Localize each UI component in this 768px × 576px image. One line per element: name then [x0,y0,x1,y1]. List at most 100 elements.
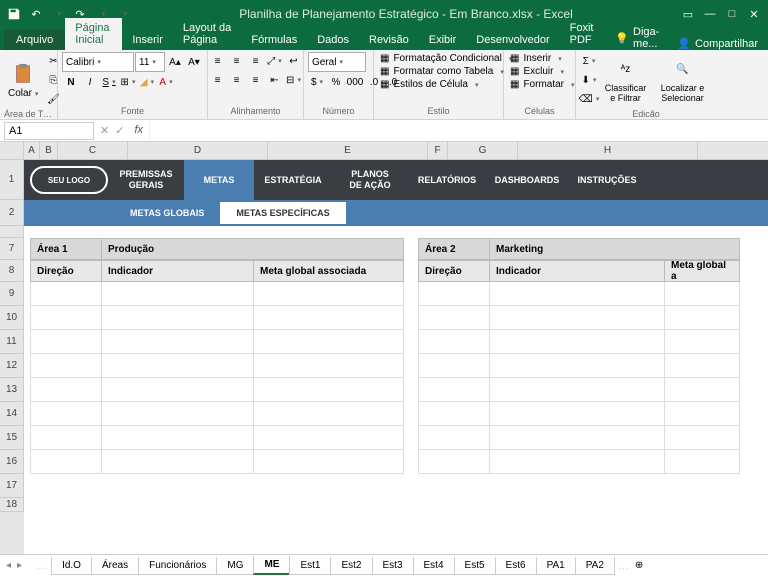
undo-icon[interactable]: ↶ [26,4,46,24]
row-header[interactable]: 10 [0,306,24,330]
delete-cells-button[interactable]: ▦Excluir [508,65,566,78]
currency-icon[interactable]: $ [308,73,326,91]
align-middle-icon[interactable]: ≡ [228,52,246,70]
tab-home[interactable]: Página Inicial [65,18,122,50]
row-header[interactable]: 13 [0,378,24,402]
new-sheet-icon[interactable]: ⊕ [633,560,645,571]
align-left-icon[interactable]: ≡ [209,71,227,89]
clear-icon[interactable]: ⌫ [580,90,598,108]
row-header[interactable]: 18 [0,498,24,512]
tab-insert[interactable]: Inserir [122,30,173,50]
tab-formulas[interactable]: Fórmulas [241,30,307,50]
tab-layout[interactable]: Layout da Página [173,18,241,50]
autosum-icon[interactable]: Σ [580,52,598,70]
nav-estrategia[interactable]: ESTRATÉGIA [254,160,332,200]
conditional-formatting-button[interactable]: ▦Formatação Condicional [378,52,514,65]
sheet-nav-next-icon[interactable]: ▸ [15,560,24,571]
number-format-select[interactable]: Geral [308,52,366,72]
row-header[interactable]: 11 [0,330,24,354]
row-header[interactable]: 12 [0,354,24,378]
orientation-icon[interactable]: ⤢ [266,52,284,70]
border-icon[interactable]: ⊞ [119,73,137,91]
col-header[interactable]: H [518,142,698,159]
row-header[interactable]: 15 [0,426,24,450]
merge-icon[interactable]: ⊟ [285,71,303,89]
tab-data[interactable]: Dados [307,30,359,50]
sort-filter-button[interactable]: ᴬᴢ Classificar e Filtrar [600,55,651,105]
nav-relatorios[interactable]: RELATÓRIOS [408,160,486,200]
percent-icon[interactable]: % [327,73,345,91]
sheet-tab[interactable]: Funcionários [138,557,217,575]
row-header[interactable] [0,226,24,238]
row-header[interactable]: 7 [0,238,24,260]
font-color-icon[interactable]: A [157,73,175,91]
name-box[interactable]: A1 [4,122,94,140]
align-top-icon[interactable]: ≡ [209,52,227,70]
sheet-tab[interactable]: PA2 [575,557,615,575]
fx-icon[interactable]: fx [134,124,143,137]
format-as-table-button[interactable]: ▦Formatar como Tabela [378,65,506,78]
sheet-tab[interactable]: Est2 [330,557,372,575]
col-header[interactable]: B [40,142,58,159]
close-icon[interactable]: ✕ [744,4,764,24]
sheet-tab[interactable]: Áreas [91,557,139,575]
row-header[interactable]: 8 [0,260,24,282]
sheet-tab[interactable]: Est1 [289,557,331,575]
font-size-select[interactable]: 11 [135,52,165,72]
comma-icon[interactable]: 000 [346,73,364,91]
format-cells-button[interactable]: ▦Formatar [508,78,577,91]
maximize-icon[interactable]: □ [722,4,742,24]
sheet-tab[interactable]: Est5 [454,557,496,575]
save-icon[interactable] [4,4,24,24]
decrease-font-icon[interactable]: A▾ [185,53,203,71]
nav-dashboards[interactable]: DASHBOARDS [486,160,568,200]
col-header[interactable]: F [428,142,448,159]
col-header[interactable]: G [448,142,518,159]
row-header[interactable]: 2 [0,200,24,226]
row-header[interactable]: 14 [0,402,24,426]
nav-metas[interactable]: METAS [184,160,254,200]
row-header[interactable]: 1 [0,160,24,200]
find-select-button[interactable]: 🔍 Localizar e Selecionar [653,55,712,105]
increase-font-icon[interactable]: A▴ [166,53,184,71]
col-header[interactable]: E [268,142,428,159]
col-header[interactable]: D [128,142,268,159]
confirm-formula-icon[interactable]: ✓ [115,124,124,137]
col-header[interactable]: C [58,142,128,159]
underline-button[interactable]: S [100,73,118,91]
fill-icon[interactable]: ⬇ [580,71,598,89]
tab-foxit[interactable]: Foxit PDF [560,18,608,50]
italic-button[interactable]: I [81,73,99,91]
row-header[interactable]: 17 [0,474,24,498]
select-all-corner[interactable] [0,142,24,159]
font-name-select[interactable]: Calibri [62,52,134,72]
row-header[interactable]: 16 [0,450,24,474]
sheet-tab[interactable]: MG [216,557,254,575]
tab-view[interactable]: Exibir [419,30,467,50]
subtab-metas-especificas[interactable]: METAS ESPECÍFICAS [220,202,345,224]
tab-developer[interactable]: Desenvolvedor [466,30,559,50]
cancel-formula-icon[interactable]: ✕ [100,124,109,137]
sheet-tab-active[interactable]: ME [253,556,290,575]
nav-instrucoes[interactable]: INSTRUÇÕES [568,160,646,200]
insert-cells-button[interactable]: ▦Inserir [508,52,564,65]
align-right-icon[interactable]: ≡ [247,71,265,89]
sheet-tab[interactable]: PA1 [536,557,576,575]
decrease-indent-icon[interactable]: ⇤ [266,71,284,89]
tab-file[interactable]: Arquivo [4,30,65,50]
sheet-nav-prev-icon[interactable]: ◂ [4,560,13,571]
sheet-tab[interactable]: Est4 [413,557,455,575]
nav-planos[interactable]: PLANOS DE AÇÃO [332,160,408,200]
sheet-tab[interactable]: Est6 [495,557,537,575]
tab-review[interactable]: Revisão [359,30,419,50]
sheet-tab[interactable]: Id.O [51,557,92,575]
align-center-icon[interactable]: ≡ [228,71,246,89]
nav-premissas[interactable]: PREMISSAS GERAIS [108,160,184,200]
col-header[interactable]: A [24,142,40,159]
share-button[interactable]: 👤Compartilhar [667,37,768,50]
fill-color-icon[interactable]: ◢ [138,73,156,91]
wrap-text-icon[interactable]: ↩ [285,52,303,70]
cell-area[interactable]: SEU LOGO PREMISSAS GERAIS METAS ESTRATÉG… [24,160,768,554]
cell-styles-button[interactable]: ▦Estilos de Célula [378,78,480,91]
tell-me[interactable]: 💡Diga-me... [607,26,667,50]
